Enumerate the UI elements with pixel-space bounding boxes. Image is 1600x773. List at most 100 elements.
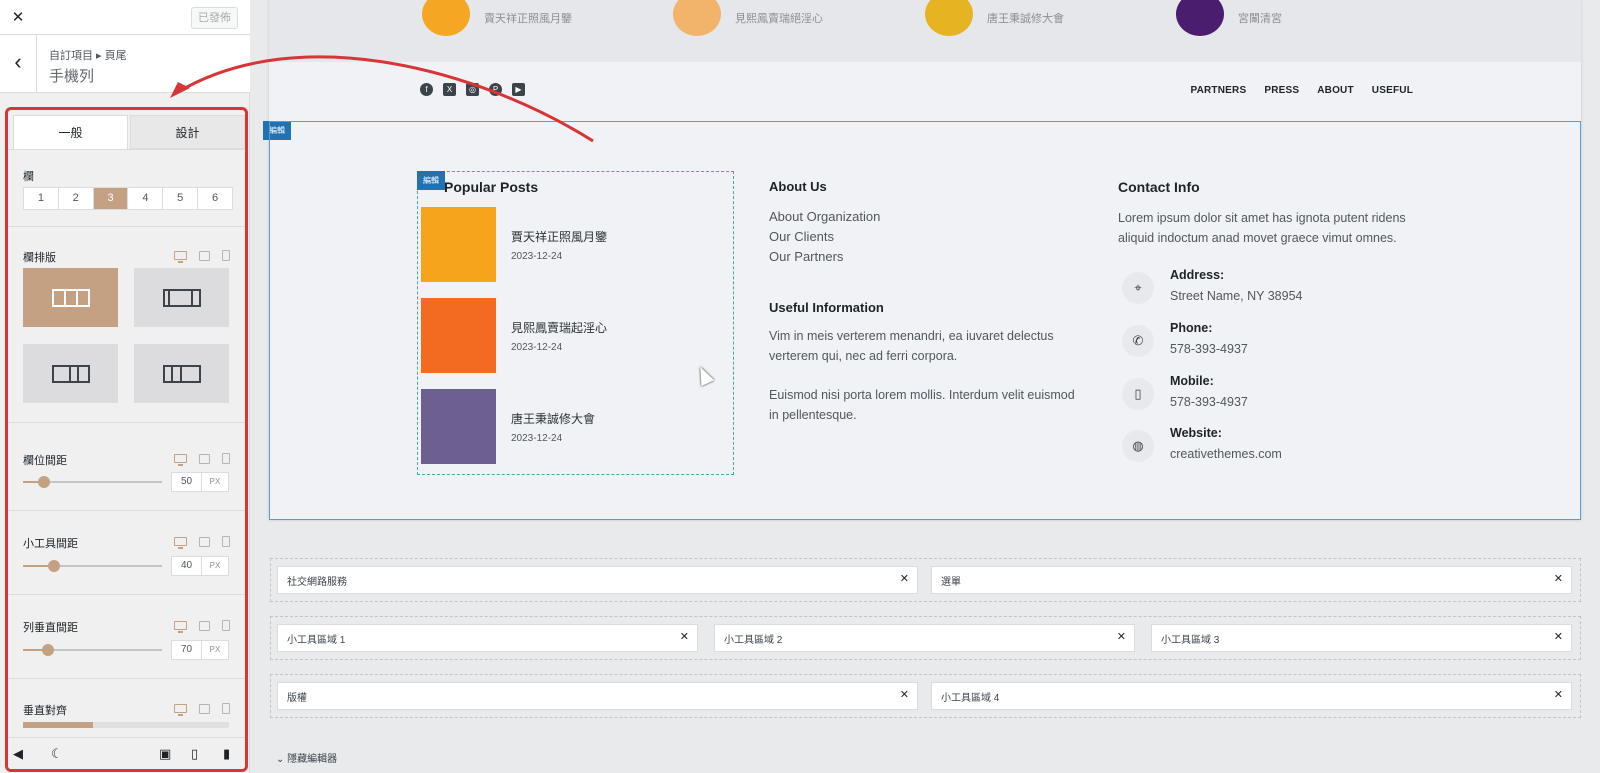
menu-item-press[interactable]: PRESS — [1264, 85, 1299, 96]
desktop-icon[interactable] — [174, 621, 187, 633]
post-image[interactable] — [421, 389, 496, 464]
builder-slot[interactable]: 版權 ✕ — [277, 682, 918, 710]
value[interactable]: 50 — [172, 473, 202, 491]
builder-slot[interactable]: 社交網路服務 ✕ — [277, 566, 918, 594]
tablet-icon[interactable] — [199, 620, 210, 631]
desktop-icon[interactable] — [174, 704, 187, 716]
layout-equal-thirds[interactable] — [23, 268, 118, 327]
menu-item-partners[interactable]: PARTNERS — [1190, 85, 1246, 96]
tab-general[interactable]: 一般 — [13, 115, 128, 149]
column-option-4[interactable]: 4 — [128, 188, 164, 209]
mobile-icon[interactable] — [222, 620, 230, 631]
desktop-icon[interactable] — [174, 537, 187, 549]
slider-knob[interactable] — [38, 476, 50, 488]
publish-button[interactable]: 已發佈 — [191, 7, 238, 29]
vertical-align-options[interactable] — [23, 722, 229, 728]
builder-slot[interactable]: 小工具區域 1 ✕ — [277, 624, 698, 652]
hide-editor-toggle[interactable]: ⌄ 隱藏編輯器 — [276, 750, 337, 765]
post-thumbnail[interactable] — [673, 0, 721, 36]
contact-value[interactable]: creativethemes.com — [1170, 447, 1282, 461]
widget-gap-input[interactable]: 40 PX — [171, 556, 229, 576]
column-option-5[interactable]: 5 — [163, 188, 199, 209]
footer-middle-row[interactable]: Popular Posts 編輯 賈天祥正照風月鑒 2023-12-24 見熙鳳… — [269, 121, 1581, 520]
tablet-icon[interactable] — [199, 250, 210, 261]
builder-slot[interactable]: 小工具區域 4 ✕ — [931, 682, 1572, 710]
remove-icon[interactable]: ✕ — [900, 688, 909, 701]
facebook-icon[interactable]: f — [420, 83, 433, 96]
post-image[interactable] — [421, 298, 496, 373]
post-title[interactable]: 賣天祥正照風月鑒 — [484, 10, 572, 26]
mobile-icon[interactable] — [222, 703, 230, 714]
about-link[interactable]: Our Partners — [769, 249, 843, 264]
layout-left-wide[interactable] — [23, 344, 118, 403]
youtube-icon[interactable]: ▶ — [512, 83, 525, 96]
vertical-align-selected[interactable] — [23, 722, 93, 728]
tablet-icon[interactable] — [199, 453, 210, 464]
preview-mobile-icon[interactable]: ▮ — [223, 746, 230, 762]
about-link[interactable]: About Organization — [769, 209, 880, 224]
post-thumbnail[interactable] — [925, 0, 973, 36]
post-title[interactable]: 宮闈清宮 — [1238, 10, 1282, 26]
desktop-icon[interactable] — [174, 454, 187, 466]
post-item[interactable]: 見熙鳳賣瑞起淫心 2023-12-24 — [421, 298, 721, 373]
column-option-1[interactable]: 1 — [24, 188, 59, 209]
column-option-3[interactable]: 3 — [93, 188, 129, 209]
preview-desktop-icon[interactable]: ▣ — [159, 746, 171, 762]
remove-icon[interactable]: ✕ — [1554, 688, 1563, 701]
x-icon[interactable]: X — [443, 83, 456, 96]
remove-icon[interactable]: ✕ — [1554, 572, 1563, 585]
menu-item-useful[interactable]: USEFUL — [1372, 85, 1413, 96]
contact-title: Contact Info — [1118, 179, 1200, 195]
dark-mode-icon[interactable]: ☾ — [51, 746, 63, 762]
menu-item-about[interactable]: ABOUT — [1317, 85, 1354, 96]
builder-slot[interactable]: 小工具區域 3 ✕ — [1151, 624, 1572, 652]
post-item[interactable]: 賈天祥正照風月鑒 2023-12-24 — [421, 207, 721, 282]
pinterest-icon[interactable]: P — [489, 83, 502, 96]
remove-icon[interactable]: ✕ — [1117, 630, 1126, 643]
widget-gap-slider[interactable] — [23, 560, 162, 572]
layout-right-wide[interactable] — [134, 344, 229, 403]
post-title[interactable]: 見熙鳳賣瑞起淫心 — [511, 319, 607, 336]
builder-slot[interactable]: 小工具區域 2 ✕ — [714, 624, 1135, 652]
mobile-icon[interactable] — [222, 453, 230, 464]
value[interactable]: 70 — [172, 641, 202, 659]
remove-icon[interactable]: ✕ — [1554, 630, 1563, 643]
desktop-icon[interactable] — [174, 251, 187, 263]
slider-knob[interactable] — [42, 644, 54, 656]
back-arrow-icon[interactable]: ‹ — [0, 35, 37, 93]
tablet-icon[interactable] — [199, 703, 210, 714]
row-vgap-slider[interactable] — [23, 644, 162, 656]
column-option-6[interactable]: 6 — [198, 188, 232, 209]
tablet-icon[interactable] — [199, 536, 210, 547]
post-title[interactable]: 唐王秉誠修大會 — [511, 410, 595, 427]
builder-slot[interactable]: 選單 ✕ — [931, 566, 1572, 594]
post-title[interactable]: 見熙鳳賣瑞絕淫心 — [735, 10, 823, 26]
slider-knob[interactable] — [48, 560, 60, 572]
close-icon[interactable]: ✕ — [6, 6, 30, 30]
instagram-icon[interactable]: ◎ — [466, 83, 479, 96]
preview-tablet-icon[interactable]: ▯ — [191, 746, 198, 762]
post-title[interactable]: 唐王秉誠修大會 — [987, 10, 1064, 26]
post-title[interactable]: 賈天祥正照風月鑒 — [511, 228, 607, 245]
tab-design[interactable]: 設計 — [130, 115, 245, 149]
column-gap-slider[interactable] — [23, 476, 162, 488]
responsive-switch — [174, 250, 230, 263]
post-image[interactable] — [421, 207, 496, 282]
mobile-icon[interactable] — [222, 250, 230, 261]
layout-wide-center[interactable] — [134, 268, 229, 327]
edit-widget-tag[interactable]: 編輯 — [417, 171, 445, 190]
row-vgap-input[interactable]: 70 PX — [171, 640, 229, 660]
post-thumbnail[interactable] — [1176, 0, 1224, 36]
post-thumbnail[interactable] — [422, 0, 470, 36]
about-link[interactable]: Our Clients — [769, 229, 834, 244]
column-option-2[interactable]: 2 — [59, 188, 94, 209]
remove-icon[interactable]: ✕ — [680, 630, 689, 643]
value[interactable]: 40 — [172, 557, 202, 575]
column-gap-input[interactable]: 50 PX — [171, 472, 229, 492]
column-gap-label: 欄位間距 — [23, 455, 67, 467]
post-item[interactable]: 唐王秉誠修大會 2023-12-24 — [421, 389, 721, 464]
collapse-icon[interactable]: ◀ — [13, 746, 23, 762]
remove-icon[interactable]: ✕ — [900, 572, 909, 585]
divider — [8, 149, 245, 150]
mobile-icon[interactable] — [222, 536, 230, 547]
